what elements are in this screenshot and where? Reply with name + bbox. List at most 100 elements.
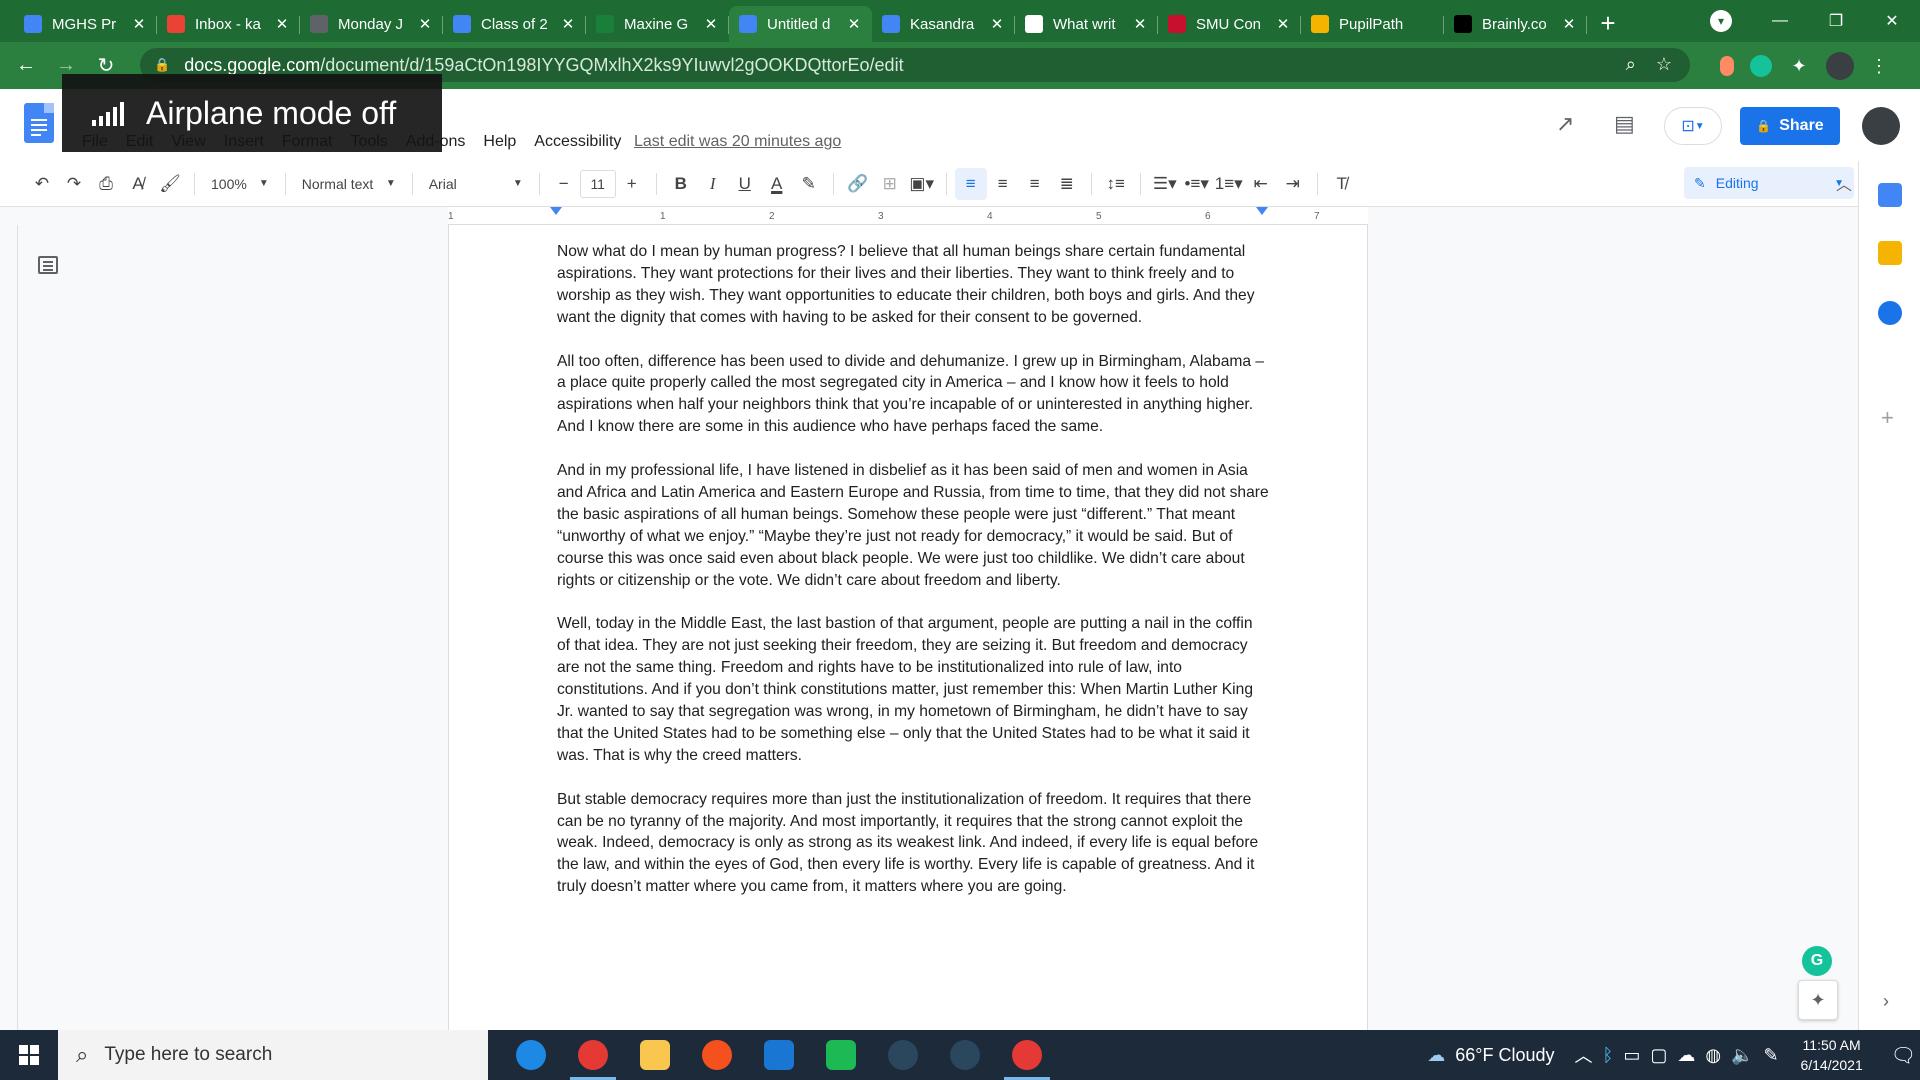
spotify-app[interactable] (810, 1030, 872, 1080)
collapse-menu-icon[interactable]: ︿ (1836, 171, 1852, 195)
spellcheck-icon[interactable]: A̸ (122, 168, 154, 200)
back-icon[interactable]: ← (6, 54, 46, 77)
notifications-icon[interactable]: 🗨 (1891, 1043, 1916, 1068)
highlight-color-icon[interactable]: ✎ (793, 168, 825, 200)
browser-tab[interactable]: MGHS Pr ✕ (14, 6, 157, 42)
browser-tab[interactable]: Untitled d ✕ (729, 6, 872, 42)
weather-widget[interactable]: ☁ 66°F Cloudy (1427, 1045, 1554, 1066)
battery-icon[interactable]: ▭ (1623, 1045, 1640, 1066)
puzzle-icon[interactable]: ✦ (1788, 55, 1810, 77)
left-indent-marker[interactable] (550, 207, 562, 215)
align-left-icon[interactable]: ≡ (954, 167, 987, 200)
grammarly-extension-icon[interactable] (1750, 55, 1772, 77)
align-right-icon[interactable]: ≡ (1019, 168, 1051, 200)
device-icon[interactable]: ▢ (1650, 1045, 1667, 1066)
add-addon-icon[interactable]: + (1881, 405, 1894, 431)
steam-app[interactable] (872, 1030, 934, 1080)
chrome-app-2[interactable] (996, 1030, 1058, 1080)
add-comment-icon[interactable]: ⊞ (874, 168, 906, 200)
chevron-right-icon[interactable]: › (1883, 991, 1889, 1012)
close-tab-icon[interactable]: ✕ (131, 15, 147, 33)
restore-button[interactable]: ❐ (1808, 0, 1864, 42)
close-tab-icon[interactable]: ✕ (703, 15, 719, 33)
browser-tab[interactable]: Maxine G ✕ (586, 6, 729, 42)
close-tab-icon[interactable]: ✕ (417, 15, 433, 33)
increase-font-size-icon[interactable]: + (616, 168, 648, 200)
line-spacing-icon[interactable]: ↕≡ (1100, 168, 1132, 200)
justify-icon[interactable]: ≣ (1051, 168, 1083, 200)
more-vert-icon[interactable]: ⋮ (1870, 55, 1888, 77)
close-tab-icon[interactable]: ✕ (1561, 15, 1577, 33)
minimize-button[interactable]: — (1752, 0, 1808, 42)
print-icon[interactable]: ⎙ (90, 168, 122, 200)
paragraph[interactable]: All too often, difference has been used … (557, 351, 1269, 439)
browser-tab[interactable]: Kasandra ✕ (872, 6, 1015, 42)
close-tab-icon[interactable]: ✕ (560, 15, 576, 33)
extension-icon[interactable] (1720, 56, 1734, 76)
photos-app[interactable] (748, 1030, 810, 1080)
menu-item[interactable]: Help (483, 133, 516, 151)
close-tab-icon[interactable]: ✕ (1275, 15, 1291, 33)
paragraph[interactable]: And in my professional life, I have list… (557, 460, 1269, 591)
clear-formatting-icon[interactable]: T̸ (1326, 168, 1358, 200)
taskbar-search[interactable]: ⌕ Type here to search (58, 1030, 488, 1080)
underline-icon[interactable]: U (729, 168, 761, 200)
start-button[interactable] (0, 1030, 58, 1080)
decrease-indent-icon[interactable]: ⇤ (1245, 168, 1277, 200)
close-tab-icon[interactable]: ✕ (846, 15, 862, 33)
last-edit-link[interactable]: Last edit was 20 minutes ago (634, 133, 841, 151)
volume-icon[interactable]: 🔈 (1731, 1045, 1753, 1066)
insert-image-icon[interactable]: ▣▾ (906, 168, 938, 200)
calendar-icon[interactable] (1878, 183, 1902, 207)
checklist-icon[interactable]: ☰▾ (1149, 168, 1181, 200)
present-button[interactable]: ⊡ ▼ (1664, 107, 1722, 145)
chevron-up-icon[interactable]: ︿ (1575, 1042, 1593, 1068)
close-tab-icon[interactable]: ✕ (274, 15, 290, 33)
comments-icon[interactable]: ▤ (1614, 111, 1635, 137)
undo-icon[interactable]: ↶ (26, 168, 58, 200)
bold-icon[interactable]: B (665, 168, 697, 200)
chrome-app[interactable] (562, 1030, 624, 1080)
zoom-select[interactable]: 100% ▼ (203, 168, 277, 200)
browser-tab[interactable]: Monday J ✕ (300, 6, 443, 42)
pen-icon[interactable]: ✎ (1764, 1045, 1779, 1066)
editing-mode-select[interactable]: ✎ Editing ▼ (1684, 167, 1854, 199)
redo-icon[interactable]: ↷ (58, 168, 90, 200)
document-page[interactable]: Now what do I mean by human progress? I … (448, 225, 1368, 1030)
profile-avatar[interactable] (1826, 52, 1854, 80)
font-size-input[interactable]: 11 (579, 169, 616, 198)
decrease-font-size-icon[interactable]: − (548, 168, 580, 200)
grammarly-icon[interactable]: G (1802, 946, 1832, 976)
menu-item[interactable]: Accessibility (534, 133, 621, 151)
explore-icon[interactable]: ✦ (1798, 980, 1838, 1020)
office-app[interactable] (686, 1030, 748, 1080)
browser-tab[interactable]: What writ ✕ (1015, 6, 1158, 42)
increase-indent-icon[interactable]: ⇥ (1277, 168, 1309, 200)
share-button[interactable]: 🔒 Share (1740, 107, 1840, 145)
right-indent-marker[interactable] (1256, 207, 1268, 215)
docs-logo-icon[interactable] (24, 103, 54, 143)
steam-app-2[interactable] (934, 1030, 996, 1080)
browser-tab[interactable]: Brainly.co ✕ (1444, 6, 1587, 42)
edge-app[interactable] (500, 1030, 562, 1080)
bluetooth-icon[interactable]: ᛒ (1603, 1045, 1614, 1066)
paragraph[interactable]: Now what do I mean by human progress? I … (557, 241, 1269, 329)
tab-search-icon[interactable]: ▾ (1710, 10, 1732, 32)
file-explorer-app[interactable] (624, 1030, 686, 1080)
close-tab-icon[interactable]: ✕ (989, 15, 1005, 33)
account-avatar[interactable] (1862, 107, 1900, 145)
paint-format-icon[interactable]: 🖌 (154, 168, 186, 200)
tasks-icon[interactable] (1878, 301, 1902, 325)
style-select[interactable]: Normal text ▼ (294, 168, 404, 200)
clock[interactable]: 11:50 AM 6/14/2021 (1789, 1035, 1875, 1075)
paragraph[interactable]: But stable democracy requires more than … (557, 789, 1269, 899)
document-outline-icon[interactable] (38, 256, 58, 274)
close-window-button[interactable]: ✕ (1864, 0, 1920, 42)
text-color-icon[interactable]: A (761, 168, 793, 200)
browser-tab[interactable]: PupilPath (1301, 6, 1444, 42)
onedrive-icon[interactable]: ☁ (1677, 1045, 1695, 1066)
italic-icon[interactable]: I (697, 168, 729, 200)
bookmark-star-icon[interactable]: ☆ (1656, 54, 1672, 75)
activity-dashboard-icon[interactable]: ↗ (1556, 111, 1574, 137)
font-select[interactable]: Arial ▼ (421, 168, 531, 200)
